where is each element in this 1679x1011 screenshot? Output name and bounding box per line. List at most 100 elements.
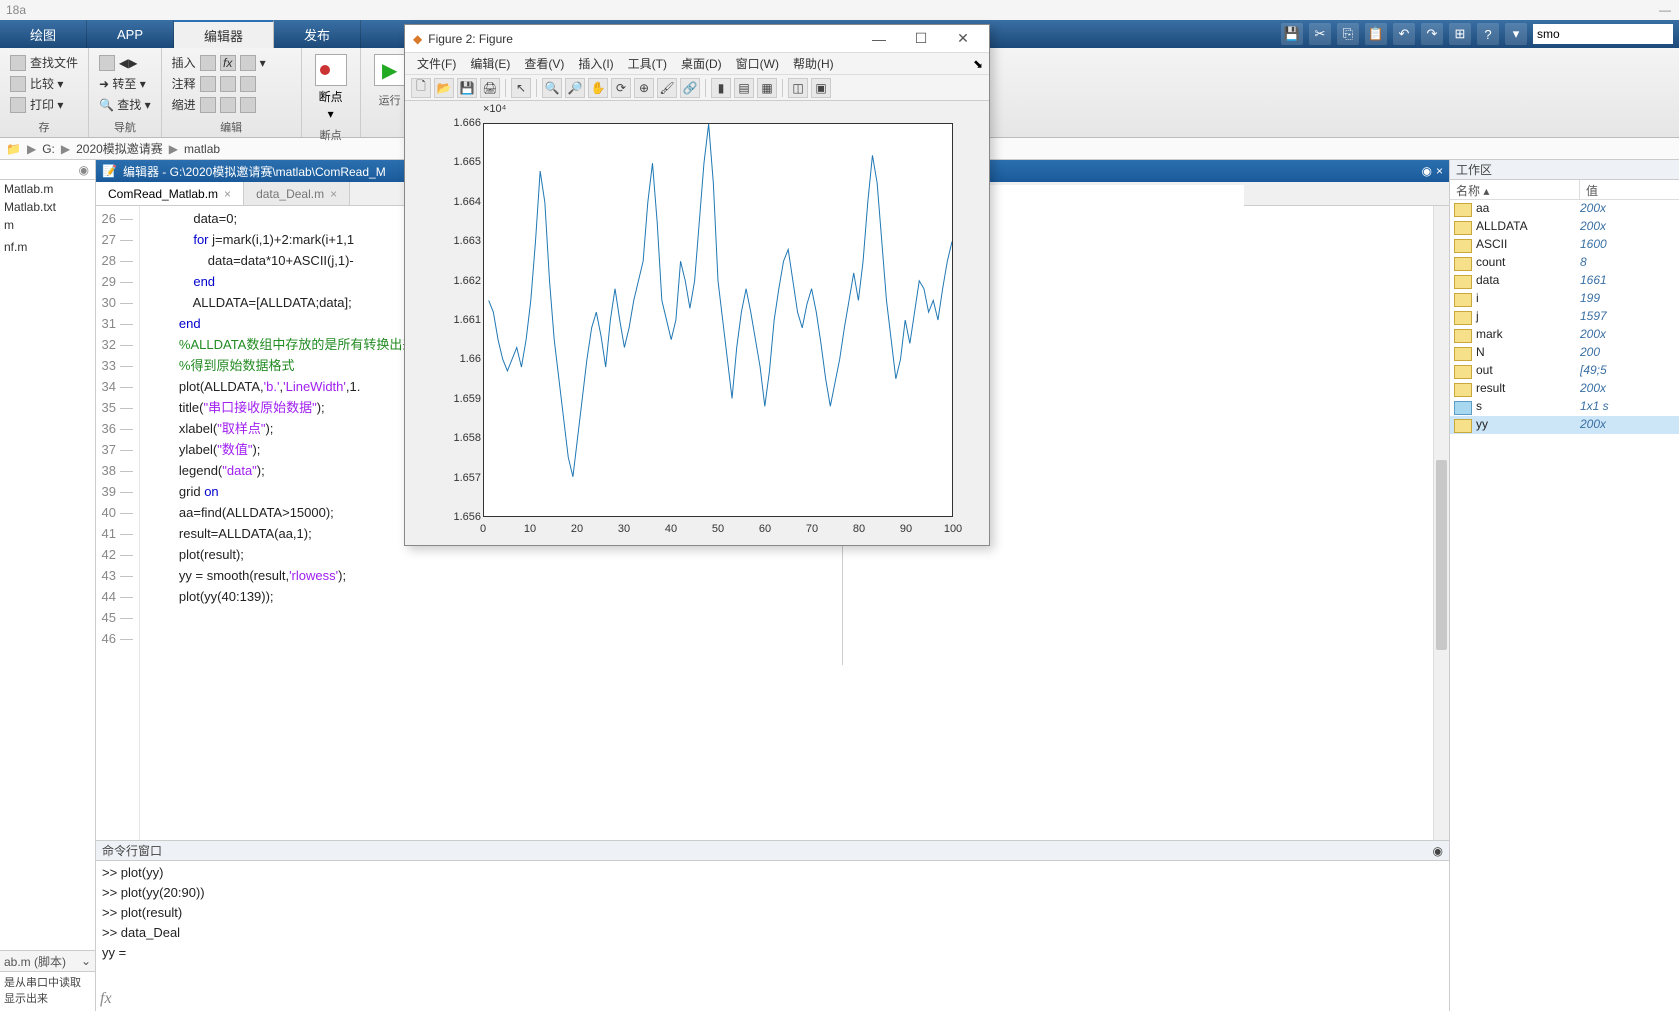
- redo-icon[interactable]: ↷: [1421, 23, 1443, 45]
- workspace-header[interactable]: 名称 ▴ 值: [1450, 180, 1679, 200]
- maximize-button[interactable]: ☐: [903, 28, 939, 50]
- save-icon[interactable]: 💾: [457, 78, 477, 98]
- editor-tab-0[interactable]: ComRead_Matlab.m×: [96, 182, 244, 205]
- line-number[interactable]: 31—: [96, 313, 133, 334]
- switch-window-icon[interactable]: ⊞: [1449, 23, 1471, 45]
- command-window-body[interactable]: fx >> plot(yy)>> plot(yy(20:90))>> plot(…: [96, 861, 1449, 1011]
- axes[interactable]: [483, 123, 953, 517]
- editor-tab-1[interactable]: data_Deal.m×: [244, 182, 350, 205]
- breadcrumb-seg-0[interactable]: G:: [42, 142, 55, 156]
- save-icon[interactable]: 💾: [1281, 23, 1303, 45]
- workspace-row[interactable]: count8: [1450, 254, 1679, 272]
- cut-icon[interactable]: ✂: [1309, 23, 1331, 45]
- close-button[interactable]: ✕: [945, 28, 981, 50]
- menu-insert[interactable]: 插入(I): [572, 55, 619, 72]
- nav-back-fwd[interactable]: ◀▶: [95, 54, 155, 72]
- line-number[interactable]: 27—: [96, 229, 133, 250]
- menu-more-icon[interactable]: ⬊: [973, 57, 983, 71]
- menu-window[interactable]: 窗口(W): [730, 55, 785, 72]
- line-number[interactable]: 26—: [96, 208, 133, 229]
- rotate-icon[interactable]: ⟳: [611, 78, 631, 98]
- search-input[interactable]: [1533, 24, 1673, 44]
- editor-close-icon[interactable]: ×: [1436, 164, 1443, 178]
- line-number[interactable]: 43—: [96, 565, 133, 586]
- file-item[interactable]: Matlab.txt: [0, 198, 95, 216]
- insert-row[interactable]: 插入 fx▾: [168, 53, 295, 72]
- tab-app[interactable]: APP: [87, 20, 174, 48]
- line-number[interactable]: 36—: [96, 418, 133, 439]
- comment-row[interactable]: 注释: [168, 74, 295, 93]
- copy-icon[interactable]: ⎘: [1337, 23, 1359, 45]
- tab-publish[interactable]: 发布: [274, 20, 361, 48]
- print-icon[interactable]: 🖨: [480, 78, 500, 98]
- line-number[interactable]: 44—: [96, 586, 133, 607]
- dropdown-icon[interactable]: ▾: [1505, 23, 1527, 45]
- workspace-row[interactable]: N200: [1450, 344, 1679, 362]
- line-number[interactable]: 39—: [96, 481, 133, 502]
- workspace-row[interactable]: i199: [1450, 290, 1679, 308]
- find-files-button[interactable]: 查找文件: [6, 53, 82, 72]
- workspace-row[interactable]: ALLDATA200x: [1450, 218, 1679, 236]
- editor-menu-icon[interactable]: ◉: [1422, 164, 1432, 178]
- goto-button[interactable]: ➜ 转至 ▾: [95, 74, 155, 93]
- menu-view[interactable]: 查看(V): [518, 55, 570, 72]
- workspace-col-value[interactable]: 值: [1580, 180, 1604, 199]
- workspace-row[interactable]: data1661: [1450, 272, 1679, 290]
- tab-plot[interactable]: 绘图: [0, 20, 87, 48]
- breadcrumb-seg-2[interactable]: matlab: [184, 142, 220, 156]
- editor-scrollbar[interactable]: [1433, 206, 1449, 840]
- workspace-row[interactable]: out[49;5: [1450, 362, 1679, 380]
- minimize-icon[interactable]: —: [1659, 3, 1671, 17]
- line-number[interactable]: 46—: [96, 628, 133, 649]
- pan-icon[interactable]: ✋: [588, 78, 608, 98]
- pointer-icon[interactable]: ↖: [511, 78, 531, 98]
- brush-icon[interactable]: 🖌: [657, 78, 677, 98]
- line-number[interactable]: 28—: [96, 250, 133, 271]
- zoom-in-icon[interactable]: 🔍: [542, 78, 562, 98]
- compare-button[interactable]: 比较 ▾: [6, 74, 82, 93]
- print-button[interactable]: 打印 ▾: [6, 95, 82, 114]
- line-number[interactable]: 29—: [96, 271, 133, 292]
- open-icon[interactable]: 📂: [434, 78, 454, 98]
- line-number[interactable]: 33—: [96, 355, 133, 376]
- line-number[interactable]: 41—: [96, 523, 133, 544]
- workspace-col-name[interactable]: 名称 ▴: [1450, 180, 1580, 199]
- line-number[interactable]: 40—: [96, 502, 133, 523]
- colorbar-icon[interactable]: ▮: [711, 78, 731, 98]
- panel-menu-icon[interactable]: ◉: [79, 163, 89, 177]
- workspace-row[interactable]: s1x1 s: [1450, 398, 1679, 416]
- paste-icon[interactable]: 📋: [1365, 23, 1387, 45]
- menu-tools[interactable]: 工具(T): [622, 55, 673, 72]
- workspace-row[interactable]: result200x: [1450, 380, 1679, 398]
- line-number[interactable]: 30—: [96, 292, 133, 313]
- undo-icon[interactable]: ↶: [1393, 23, 1415, 45]
- help-icon[interactable]: ?: [1477, 23, 1499, 45]
- menu-edit[interactable]: 编辑(E): [464, 55, 516, 72]
- figure-window[interactable]: ◆ Figure 2: Figure — ☐ ✕ 文件(F) 编辑(E) 查看(…: [404, 24, 990, 546]
- line-number[interactable]: 45—: [96, 607, 133, 628]
- link-icon[interactable]: 🔗: [680, 78, 700, 98]
- line-number[interactable]: 38—: [96, 460, 133, 481]
- line-number[interactable]: 42—: [96, 544, 133, 565]
- file-item[interactable]: Matlab.m: [0, 180, 95, 198]
- layout1-icon[interactable]: ◫: [788, 78, 808, 98]
- file-item[interactable]: nf.m: [0, 238, 95, 256]
- line-number[interactable]: 34—: [96, 376, 133, 397]
- workspace-row[interactable]: yy200x: [1450, 416, 1679, 434]
- close-icon[interactable]: ×: [330, 187, 337, 201]
- line-number[interactable]: 32—: [96, 334, 133, 355]
- figure-title-bar[interactable]: ◆ Figure 2: Figure — ☐ ✕: [405, 25, 989, 53]
- script-header[interactable]: ab.m (脚本)⌄: [0, 950, 95, 972]
- close-icon[interactable]: ×: [224, 187, 231, 201]
- file-item[interactable]: m: [0, 216, 95, 234]
- menu-file[interactable]: 文件(F): [411, 55, 462, 72]
- minimize-button[interactable]: —: [861, 28, 897, 50]
- indent-row[interactable]: 缩进: [168, 95, 295, 114]
- breakpoint-button[interactable]: 断点▾: [308, 50, 354, 125]
- workspace-row[interactable]: mark200x: [1450, 326, 1679, 344]
- menu-desktop[interactable]: 桌面(D): [675, 55, 728, 72]
- workspace-row[interactable]: j1597: [1450, 308, 1679, 326]
- data-cursor-icon[interactable]: ⊕: [634, 78, 654, 98]
- workspace-row[interactable]: aa200x: [1450, 200, 1679, 218]
- layout2-icon[interactable]: ▣: [811, 78, 831, 98]
